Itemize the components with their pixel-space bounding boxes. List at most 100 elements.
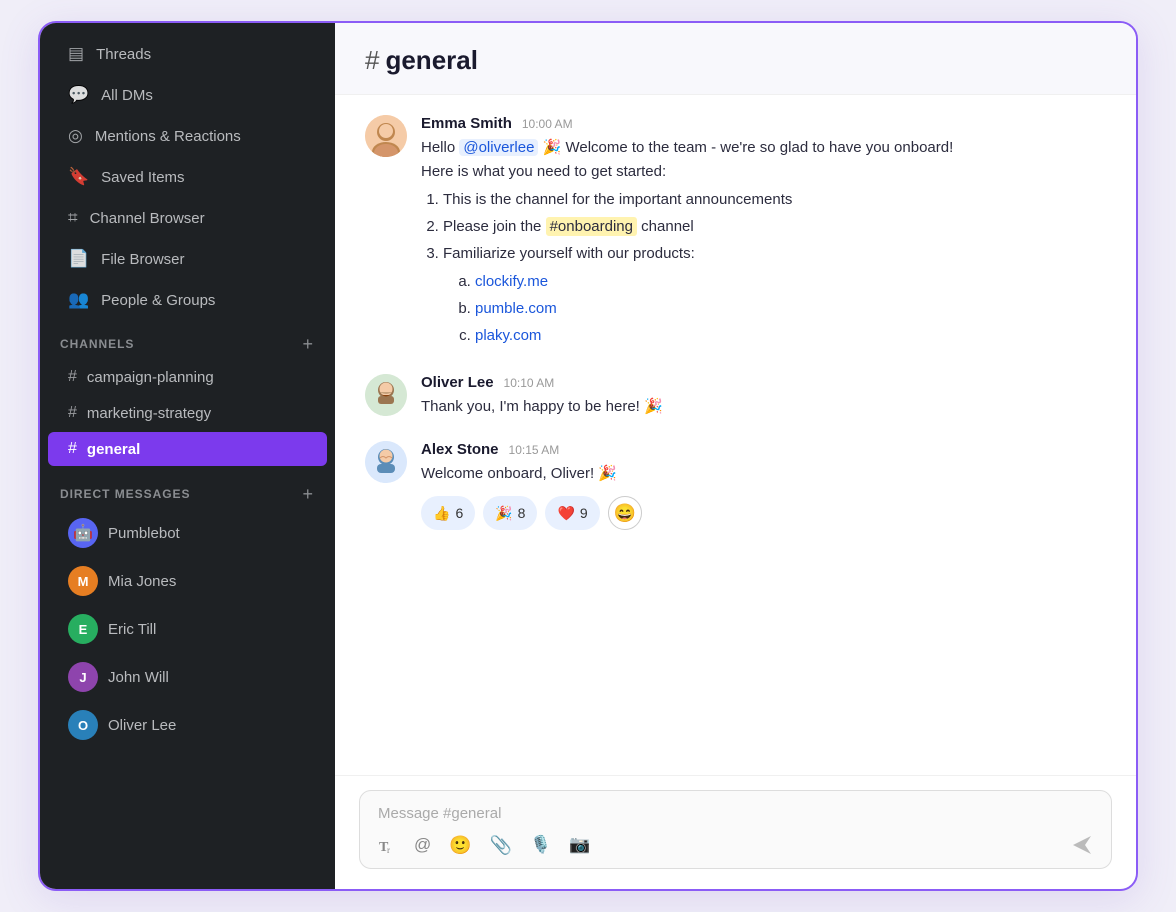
attachment-button[interactable]: 📎 [488,833,514,858]
dm-pumblebot[interactable]: 🤖 Pumblebot [48,510,327,556]
dm-john-will[interactable]: J John Will [48,654,327,700]
channel-name-title: general [385,45,478,76]
dm-pumblebot-label: Pumblebot [108,525,180,542]
avatar-john: J [68,662,98,692]
reaction-heart-emoji: ❤️ [557,505,574,522]
link-plaky[interactable]: plaky.com [475,327,541,344]
channel-campaign-planning-label: campaign-planning [87,369,214,386]
file-browser-icon: 📄 [68,249,89,269]
sidebar: ▤ Threads 💬 All DMs ◎ Mentions & Reactio… [40,23,335,889]
threads-icon: ▤ [68,44,84,64]
sidebar-item-saved-label: Saved Items [101,169,184,186]
avatar-oliver: O [68,710,98,740]
dm-eric-label: Eric Till [108,621,156,638]
all-dms-icon: 💬 [68,85,89,105]
audio-button[interactable]: 🎙️ [528,833,553,857]
send-icon [1069,832,1095,858]
list-item-2: Please join the #onboarding channel [443,215,1106,239]
msg-text-alex: Welcome onboard, Oliver! 🎉 [421,465,617,482]
add-dm-button[interactable]: + [300,485,315,503]
msg-header-alex: Alex Stone 10:15 AM [421,441,1106,458]
people-groups-icon: 👥 [68,290,89,310]
dm-mia-label: Mia Jones [108,573,176,590]
channel-marketing-strategy-label: marketing-strategy [87,405,211,422]
highlight-onboarding: #onboarding [546,217,637,236]
main-area: # general Emma Sm [335,23,1136,889]
sidebar-item-people-groups[interactable]: 👥 People & Groups [48,280,327,320]
channels-section-header: CHANNELS + [40,321,335,359]
reaction-thumbsup-emoji: 👍 [433,505,450,522]
dm-section-header: DIRECT MESSAGES + [40,471,335,509]
msg-list-emma: This is the channel for the important an… [421,188,1106,348]
app-container: ▤ Threads 💬 All DMs ◎ Mentions & Reactio… [38,21,1138,891]
input-placeholder-text[interactable]: Message #general [376,805,1095,822]
channel-header: # general [335,23,1136,95]
msg-body-emma: Hello @oliverlee 🎉 Welcome to the team -… [421,136,1106,348]
sub-list-products: clockify.me pumble.com plaky.com [453,270,1106,348]
messages-area: Emma Smith 10:00 AM Hello @oliverlee 🎉 W… [335,95,1136,775]
reaction-heart[interactable]: ❤️ 9 [545,496,599,530]
msg-time-emma: 10:00 AM [522,117,573,131]
message-alex: Alex Stone 10:15 AM Welcome onboard, Oli… [365,441,1106,530]
msg-author-alex: Alex Stone [421,441,499,458]
link-pumble[interactable]: pumble.com [475,300,557,317]
video-icon: 📷 [569,835,590,855]
dm-john-label: John Will [108,669,169,686]
reaction-thumbsup[interactable]: 👍 6 [421,496,475,530]
text-format-button[interactable]: T r [376,834,398,856]
sidebar-item-threads[interactable]: ▤ Threads [48,34,327,74]
channels-label: CHANNELS [60,337,134,351]
send-button[interactable] [1069,832,1095,858]
reaction-party-emoji: 🎉 [495,505,512,522]
link-clockify[interactable]: clockify.me [475,273,548,290]
msg-header-emma: Emma Smith 10:00 AM [421,115,1106,132]
reaction-thumbsup-count: 6 [455,505,463,521]
emoji-button[interactable]: 🙂 [447,833,473,858]
msg-body-alex: Welcome onboard, Oliver! 🎉 [421,462,1106,486]
sub-item-pumble: pumble.com [475,297,1106,321]
dm-oliver-label: Oliver Lee [108,717,176,734]
msg-author-oliver: Oliver Lee [421,374,494,391]
avatar-pumblebot: 🤖 [68,518,98,548]
saved-icon: 🔖 [68,167,89,187]
dm-mia-jones[interactable]: M Mia Jones [48,558,327,604]
sidebar-item-all-dms[interactable]: 💬 All DMs [48,75,327,115]
reactions-alex: 👍 6 🎉 8 ❤️ 9 😄 [421,496,1106,530]
message-input-box: Message #general T r @ 🙂 [359,790,1112,869]
input-toolbar: T r @ 🙂 📎 [376,832,1095,858]
message-emma: Emma Smith 10:00 AM Hello @oliverlee 🎉 W… [365,115,1106,352]
sidebar-item-file-browser[interactable]: 📄 File Browser [48,239,327,279]
add-reaction-button[interactable]: 😄 [608,496,642,530]
sidebar-item-mentions[interactable]: ◎ Mentions & Reactions [48,116,327,156]
msg-text-post-mention: 🎉 Welcome to the team - we're so glad to… [538,139,953,156]
msg-line2: Here is what you need to get started: [421,163,666,180]
sidebar-item-file-browser-label: File Browser [101,251,184,268]
sidebar-channel-marketing-strategy[interactable]: # marketing-strategy [48,396,327,430]
dm-eric-till[interactable]: E Eric Till [48,606,327,652]
mention-icon: @ [414,835,431,855]
sidebar-item-channel-browser[interactable]: ⌗ Channel Browser [48,198,327,238]
sidebar-item-all-dms-label: All DMs [101,87,153,104]
video-button[interactable]: 📷 [567,833,592,857]
add-channel-button[interactable]: + [300,335,315,353]
avatar-oliver-msg [365,374,407,416]
msg-body-oliver: Thank you, I'm happy to be here! 🎉 [421,395,1106,419]
msg-time-alex: 10:15 AM [509,443,560,457]
dm-label: DIRECT MESSAGES [60,487,190,501]
attachment-icon: 📎 [490,835,512,856]
avatar-eric: E [68,614,98,644]
sidebar-item-threads-label: Threads [96,46,151,63]
sidebar-item-mentions-label: Mentions & Reactions [95,128,241,145]
reaction-party[interactable]: 🎉 8 [483,496,537,530]
hash-icon-campaign: # [68,368,77,386]
dm-oliver-lee[interactable]: O Oliver Lee [48,702,327,748]
sidebar-item-saved[interactable]: 🔖 Saved Items [48,157,327,197]
sidebar-channel-general[interactable]: # general [48,432,327,466]
mention-button[interactable]: @ [412,833,433,857]
audio-icon: 🎙️ [530,835,551,855]
list-item-1: This is the channel for the important an… [443,188,1106,212]
mention-oliverlee[interactable]: @oliverlee [459,139,538,156]
sidebar-channel-campaign-planning[interactable]: # campaign-planning [48,360,327,394]
message-oliver: Oliver Lee 10:10 AM Thank you, I'm happy… [365,374,1106,419]
msg-content-emma: Emma Smith 10:00 AM Hello @oliverlee 🎉 W… [421,115,1106,352]
